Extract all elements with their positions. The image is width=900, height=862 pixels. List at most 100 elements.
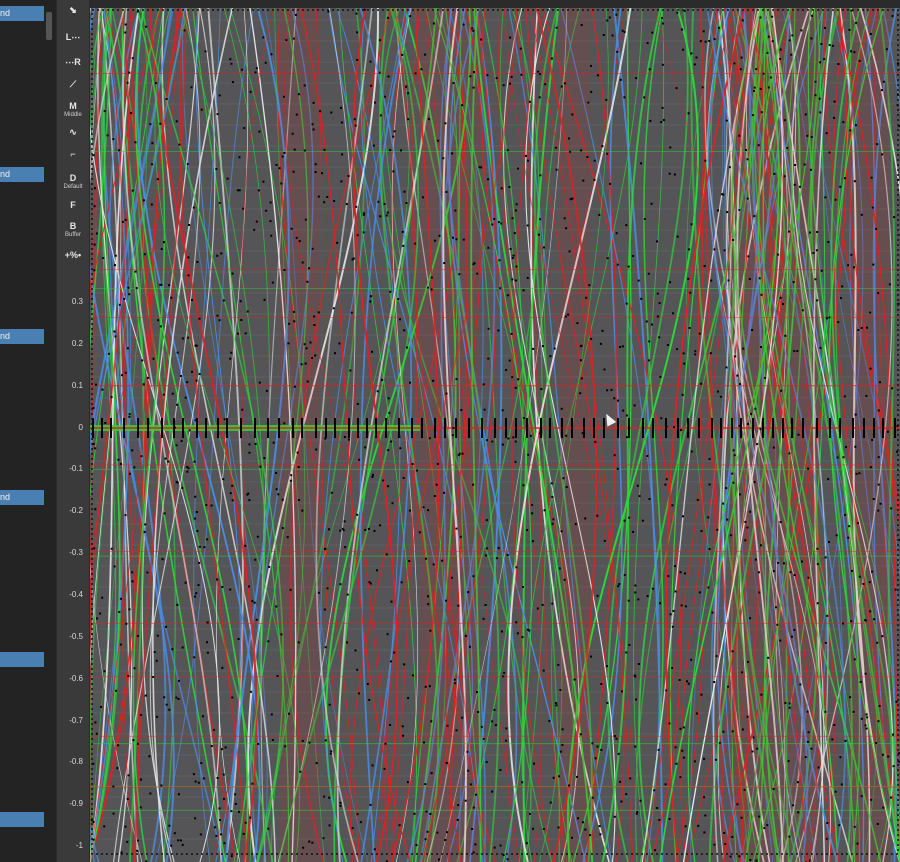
keyframe-dot[interactable] <box>421 196 424 199</box>
keyframe-dot[interactable] <box>312 101 315 104</box>
keyframe-dot[interactable] <box>477 711 480 713</box>
keyframe-dot[interactable] <box>510 75 513 78</box>
keyframe-dot[interactable] <box>194 780 197 783</box>
keyframe-dot[interactable] <box>445 599 447 602</box>
keyframe-dot[interactable] <box>860 717 863 720</box>
keyframe-dot[interactable] <box>165 703 168 706</box>
keyframe-dot[interactable] <box>620 800 623 803</box>
keyframe-dot[interactable] <box>461 452 464 455</box>
keyframe-dot[interactable] <box>445 392 448 395</box>
keyframe-dot[interactable] <box>378 39 381 42</box>
keyframe-dot[interactable] <box>472 483 475 486</box>
keyframe-dot[interactable] <box>163 241 165 244</box>
keyframe-dot[interactable] <box>611 34 614 37</box>
keyframe-dot[interactable] <box>601 145 604 148</box>
keyframe-dot[interactable] <box>710 279 713 282</box>
keyframe-dot[interactable] <box>726 211 729 214</box>
keyframe-dot[interactable] <box>485 761 488 764</box>
keyframe-dot[interactable] <box>112 785 115 788</box>
keyframe-dot[interactable] <box>509 248 512 250</box>
keyframe-dot[interactable] <box>723 249 726 252</box>
keyframe-dot[interactable] <box>617 752 620 755</box>
keyframe-dot[interactable] <box>314 163 317 166</box>
keyframe-dot[interactable] <box>275 488 278 491</box>
keyframe-dot[interactable] <box>487 178 489 181</box>
keyframe-dot[interactable] <box>505 369 508 371</box>
keyframe-tick[interactable] <box>468 418 470 438</box>
keyframe-dot[interactable] <box>766 51 769 54</box>
keyframe-dot[interactable] <box>760 111 763 114</box>
keyframe-dot[interactable] <box>615 13 618 16</box>
middle-tool[interactable]: M Middle <box>57 102 89 120</box>
keyframe-dot[interactable] <box>193 517 196 520</box>
keyframe-dot[interactable] <box>709 352 712 355</box>
keyframe-dot[interactable] <box>110 547 113 550</box>
keyframe-tick[interactable] <box>123 418 125 438</box>
keyframe-dot[interactable] <box>262 180 265 183</box>
keyframe-dot[interactable] <box>124 23 127 26</box>
keyframe-dot[interactable] <box>92 838 95 841</box>
keyframe-dot[interactable] <box>493 218 496 220</box>
keyframe-dot[interactable] <box>102 257 105 259</box>
keyframe-dot[interactable] <box>532 827 534 830</box>
keyframe-dot[interactable] <box>634 745 637 748</box>
keyframe-dot[interactable] <box>483 408 486 411</box>
keyframe-dot[interactable] <box>293 320 296 323</box>
keyframe-dot[interactable] <box>364 446 367 449</box>
diagonal-icon[interactable]: ⟋ <box>57 80 89 89</box>
keyframe-dot[interactable] <box>303 149 306 152</box>
keyframe-dot[interactable] <box>616 263 619 266</box>
keyframe-dot[interactable] <box>186 381 189 384</box>
keyframe-dot[interactable] <box>824 641 827 644</box>
keyframe-dot[interactable] <box>224 746 227 749</box>
keyframe-dot[interactable] <box>497 221 500 224</box>
keyframe-dot[interactable] <box>514 440 517 443</box>
keyframe-tick[interactable] <box>137 418 139 438</box>
keyframe-dot[interactable] <box>403 663 406 666</box>
keyframe-dot[interactable] <box>525 842 528 845</box>
keyframe-dot[interactable] <box>312 128 315 131</box>
keyframe-dot[interactable] <box>187 256 190 259</box>
panel-scrollbar[interactable] <box>46 12 52 40</box>
keyframe-dot[interactable] <box>438 858 440 861</box>
keyframe-dot[interactable] <box>244 332 247 335</box>
keyframe-dot[interactable] <box>528 812 531 815</box>
keyframe-dot[interactable] <box>555 702 558 705</box>
keyframe-dot[interactable] <box>229 357 232 360</box>
keyframe-dot[interactable] <box>430 720 433 723</box>
keyframe-dot[interactable] <box>555 168 558 171</box>
keyframe-dot[interactable] <box>134 141 137 144</box>
keyframe-dot[interactable] <box>473 262 476 265</box>
keyframe-dot[interactable] <box>422 506 425 509</box>
keyframe-dot[interactable] <box>452 236 454 239</box>
keyframe-dot[interactable] <box>229 492 232 495</box>
keyframe-dot[interactable] <box>92 407 95 409</box>
keyframe-dot[interactable] <box>222 478 225 481</box>
keyframe-dot[interactable] <box>596 74 599 77</box>
keyframe-dot[interactable] <box>156 178 159 181</box>
keyframe-dot[interactable] <box>571 113 574 116</box>
keyframe-dot[interactable] <box>124 514 127 517</box>
keyframe-tick[interactable] <box>182 418 184 438</box>
keyframe-dot[interactable] <box>628 643 631 646</box>
keyframe-dot[interactable] <box>512 436 515 439</box>
keyframe-dot[interactable] <box>462 238 465 241</box>
keyframe-dot[interactable] <box>810 168 812 171</box>
keyframe-dot[interactable] <box>715 758 717 761</box>
layer-tag[interactable] <box>0 812 44 827</box>
keyframe-dot[interactable] <box>376 390 379 393</box>
keyframe-dot[interactable] <box>603 368 606 371</box>
keyframe-tick[interactable] <box>549 418 551 438</box>
keyframe-dot[interactable] <box>128 71 131 74</box>
keyframe-dot[interactable] <box>178 679 180 682</box>
keyframe-dot[interactable] <box>733 454 736 457</box>
keyframe-dot[interactable] <box>108 352 110 355</box>
keyframe-dot[interactable] <box>656 292 659 295</box>
keyframe-dot[interactable] <box>406 346 408 349</box>
keyframe-dot[interactable] <box>773 172 776 175</box>
keyframe-dot[interactable] <box>806 134 809 137</box>
keyframe-dot[interactable] <box>452 82 455 85</box>
keyframe-dot[interactable] <box>93 205 96 208</box>
keyframe-dot[interactable] <box>196 261 199 263</box>
keyframe-dot[interactable] <box>890 507 893 510</box>
